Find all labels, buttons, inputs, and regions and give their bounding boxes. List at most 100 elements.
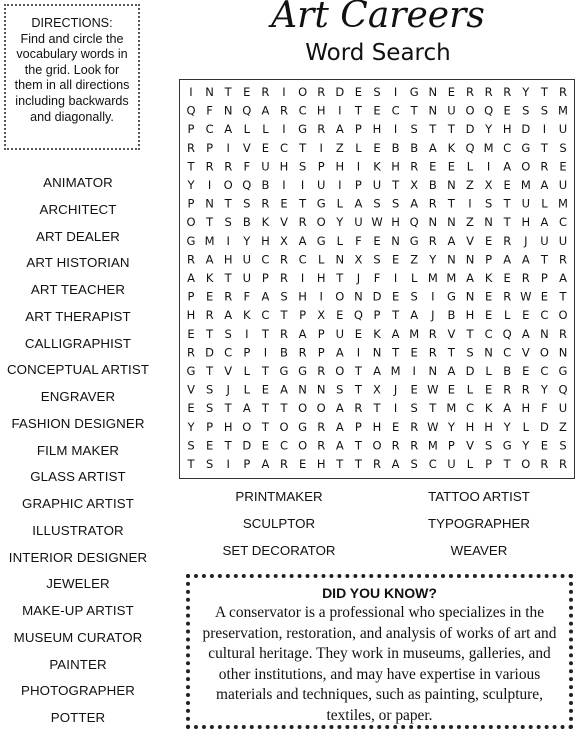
grid-letter[interactable]: G	[298, 122, 307, 136]
grid-letter[interactable]: X	[280, 234, 288, 248]
grid-letter[interactable]: F	[243, 159, 250, 173]
grid-letter[interactable]: T	[540, 252, 549, 266]
grid-letter[interactable]: I	[338, 104, 341, 118]
grid-letter[interactable]: G	[447, 290, 456, 304]
grid-letter[interactable]: I	[468, 197, 471, 211]
grid-letter[interactable]: L	[337, 234, 344, 248]
grid-letter[interactable]: R	[280, 327, 288, 341]
grid-letter[interactable]: M	[446, 271, 456, 285]
grid-letter[interactable]: I	[487, 159, 490, 173]
grid-letter[interactable]: X	[485, 178, 493, 192]
grid-letter[interactable]: J	[225, 383, 229, 397]
grid-letter[interactable]: K	[373, 159, 381, 173]
grid-letter[interactable]: X	[317, 308, 325, 322]
grid-letter[interactable]: R	[410, 159, 418, 173]
grid-letter[interactable]: M	[446, 401, 456, 415]
grid-letter[interactable]: A	[206, 252, 214, 266]
grid-letter[interactable]: R	[559, 85, 567, 99]
grid-letter[interactable]: R	[354, 401, 362, 415]
grid-letter[interactable]: N	[466, 290, 475, 304]
grid-letter[interactable]: S	[485, 438, 492, 452]
grid-letter[interactable]: T	[335, 271, 344, 285]
grid-letter[interactable]: T	[354, 364, 363, 378]
grid-letter[interactable]: D	[373, 290, 382, 304]
grid-letter[interactable]: M	[205, 234, 215, 248]
grid-letter[interactable]: I	[264, 345, 267, 359]
grid-letter[interactable]: I	[394, 85, 397, 99]
grid-letter[interactable]: D	[540, 420, 549, 434]
grid-letter[interactable]: A	[392, 327, 400, 341]
grid-letter[interactable]: B	[447, 308, 455, 322]
grid-letter[interactable]: T	[503, 215, 512, 229]
grid-letter[interactable]: C	[299, 104, 307, 118]
grid-letter[interactable]: T	[354, 104, 363, 118]
grid-letter[interactable]: V	[224, 364, 232, 378]
grid-letter[interactable]: T	[205, 327, 214, 341]
grid-letter[interactable]: Z	[336, 141, 344, 155]
grid-letter[interactable]: T	[354, 457, 363, 471]
grid-letter[interactable]: R	[503, 85, 511, 99]
grid-letter[interactable]: O	[558, 308, 567, 322]
grid-letter[interactable]: O	[335, 364, 344, 378]
grid-letter[interactable]: H	[317, 104, 326, 118]
grid-letter[interactable]: T	[354, 383, 363, 397]
grid-letter[interactable]: G	[317, 234, 326, 248]
grid-letter[interactable]: R	[261, 197, 269, 211]
grid-letter[interactable]: U	[261, 159, 269, 173]
letter-grid[interactable]: INTERIORDESIGNERRRYTRQFNQARCHITECTNUOQES…	[179, 79, 575, 479]
grid-letter[interactable]: H	[317, 457, 326, 471]
grid-letter[interactable]: O	[335, 290, 344, 304]
grid-letter[interactable]: H	[466, 308, 475, 322]
grid-letter[interactable]: E	[336, 308, 343, 322]
grid-letter[interactable]: E	[262, 438, 269, 452]
grid-letter[interactable]: K	[448, 141, 456, 155]
grid-letter[interactable]: N	[205, 85, 214, 99]
grid-letter[interactable]: H	[373, 122, 382, 136]
grid-letter[interactable]: T	[224, 271, 233, 285]
grid-letter[interactable]: C	[540, 364, 548, 378]
grid-letter[interactable]: G	[317, 197, 326, 211]
grid-letter[interactable]: M	[558, 197, 568, 211]
grid-letter[interactable]: Q	[242, 104, 251, 118]
grid-letter[interactable]: D	[466, 364, 475, 378]
grid-letter[interactable]: T	[261, 420, 270, 434]
grid-letter[interactable]: S	[466, 345, 473, 359]
grid-letter[interactable]: N	[354, 290, 363, 304]
grid-letter[interactable]: T	[298, 141, 307, 155]
grid-letter[interactable]: C	[429, 457, 437, 471]
grid-letter[interactable]: E	[373, 234, 380, 248]
grid-letter[interactable]: Y	[521, 438, 530, 452]
grid-letter[interactable]: R	[559, 327, 567, 341]
grid-letter[interactable]: N	[484, 345, 493, 359]
grid-letter[interactable]: I	[394, 122, 397, 136]
grid-letter[interactable]: L	[244, 364, 251, 378]
grid-letter[interactable]: M	[391, 364, 401, 378]
grid-letter[interactable]: C	[503, 345, 511, 359]
grid-letter[interactable]: T	[503, 457, 512, 471]
grid-letter[interactable]: I	[431, 290, 434, 304]
grid-letter[interactable]: Q	[503, 327, 512, 341]
grid-letter[interactable]: E	[206, 438, 213, 452]
grid-letter[interactable]: H	[261, 234, 270, 248]
grid-letter[interactable]: N	[224, 104, 233, 118]
grid-letter[interactable]: I	[226, 141, 229, 155]
grid-letter[interactable]: T	[224, 438, 233, 452]
grid-letter[interactable]: O	[298, 85, 307, 99]
grid-letter[interactable]: K	[243, 308, 251, 322]
grid-letter[interactable]: C	[540, 308, 548, 322]
grid-letter[interactable]: T	[186, 159, 195, 173]
grid-letter[interactable]: T	[279, 308, 288, 322]
grid-letter[interactable]: Z	[410, 252, 418, 266]
grid-letter[interactable]: L	[467, 457, 474, 471]
grid-letter[interactable]: V	[522, 345, 530, 359]
grid-letter[interactable]: S	[225, 327, 232, 341]
grid-letter[interactable]: S	[243, 197, 250, 211]
grid-letter[interactable]: F	[206, 104, 213, 118]
grid-letter[interactable]: L	[504, 308, 511, 322]
grid-letter[interactable]: M	[558, 104, 568, 118]
grid-letter[interactable]: T	[335, 457, 344, 471]
grid-letter[interactable]: P	[355, 420, 362, 434]
grid-letter[interactable]: T	[261, 401, 270, 415]
grid-letter[interactable]: B	[261, 178, 269, 192]
grid-letter[interactable]: R	[187, 141, 195, 155]
